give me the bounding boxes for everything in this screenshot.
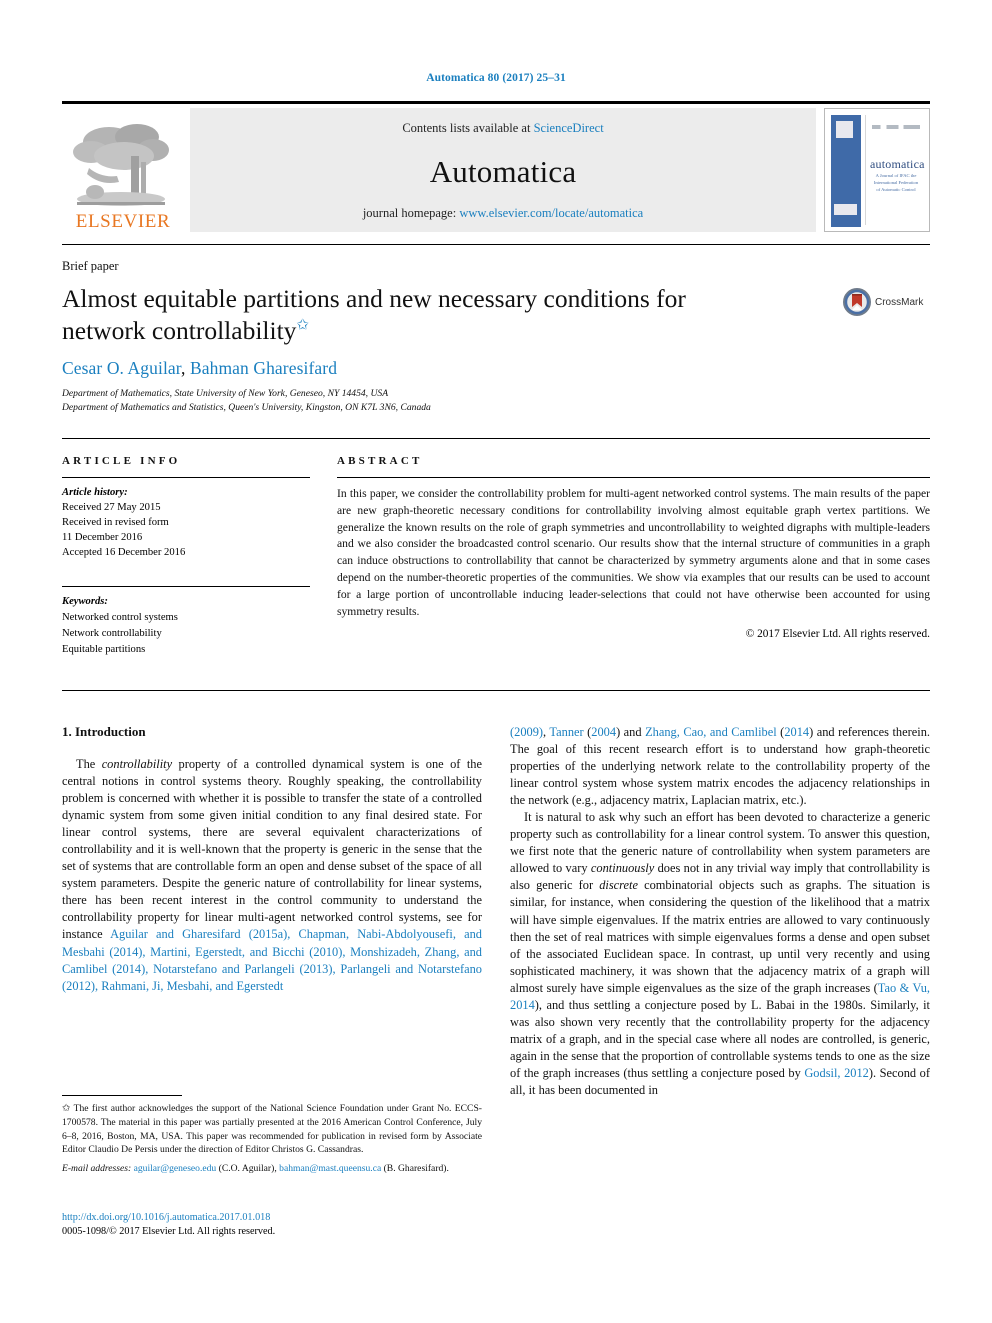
journal-masthead: ELSEVIER Contents lists available at Sci…: [62, 101, 930, 234]
cover-right-panel: automatica A Journal of IFAC the Interna…: [865, 115, 924, 225]
article-history-label: Article history:: [62, 487, 128, 498]
intro-p2-part-c: combinatorial objects such as graphs. Th…: [510, 878, 930, 995]
keywords-label: Keywords:: [62, 596, 108, 608]
journal-homepage-link[interactable]: www.elsevier.com/locate/automatica: [459, 206, 643, 220]
journal-article-page: Automatica 80 (2017) 25–31 ELSEVIER Cont…: [0, 0, 992, 1323]
paper-title-text: Almost equitable partitions and new nece…: [62, 284, 686, 345]
affiliation-1: Department of Mathematics, State Univers…: [62, 388, 389, 399]
article-history-block: Article history: Received 27 May 2015 Re…: [62, 485, 310, 560]
journal-cover-thumbnail[interactable]: automatica A Journal of IFAC the Interna…: [824, 108, 930, 232]
body-column-left: 1. Introduction The controllability prop…: [62, 724, 482, 995]
email-link-author-2[interactable]: bahman@mast.queensu.ca: [279, 1163, 381, 1174]
doi-link[interactable]: http://dx.doi.org/10.1016/j.automatica.2…: [62, 1211, 482, 1225]
title-footnote-star: ✩: [296, 317, 309, 334]
intro-p2-emphasis-discrete: discrete: [599, 878, 638, 893]
cover-journal-subtitle: A Journal of IFAC the International Fede…: [873, 173, 919, 192]
section-heading-introduction: 1. Introduction: [62, 724, 146, 739]
title-divider: [62, 244, 930, 245]
footnote-text-body: The first author acknowledges the suppor…: [62, 1103, 482, 1156]
page-title: Almost equitable partitions and new nece…: [62, 283, 742, 346]
email-link-author-1[interactable]: aguilar@geneseo.edu: [134, 1163, 217, 1174]
abstract-rule: [337, 477, 930, 478]
history-line: Accepted 16 December 2016: [62, 547, 186, 559]
contents-line: Contents lists available at ScienceDirec…: [402, 121, 603, 136]
keywords-rule: [62, 586, 310, 588]
history-line: Received in revised form: [62, 517, 169, 529]
abstract-text: In this paper, we consider the controlla…: [337, 487, 930, 618]
crossmark-label: CrossMark: [875, 296, 924, 308]
affiliation-list: Department of Mathematics, State Univers…: [62, 387, 431, 414]
affiliation-2: Department of Mathematics and Statistics…: [62, 401, 431, 413]
intro-citation-group[interactable]: Aguilar and Gharesifard (2015a), Chapman…: [62, 927, 482, 992]
intro-p1-emphasis: controllability: [101, 757, 173, 771]
citation-zhang-cao-camlibel[interactable]: Zhang, Cao, and Camlibel: [645, 725, 777, 739]
contents-prefix: Contents lists available at: [402, 121, 534, 135]
homepage-prefix: journal homepage:: [362, 206, 460, 220]
cover-ifac-mark-icon: [836, 121, 853, 138]
crossmark-icon: [843, 288, 871, 316]
footer-doi-block: http://dx.doi.org/10.1016/j.automatica.2…: [62, 1211, 482, 1239]
right-text-3: ) and: [616, 725, 646, 739]
journal-homepage-line: journal homepage: www.elsevier.com/locat…: [363, 206, 643, 221]
footnote-block: ✩ The first author acknowledges the supp…: [62, 1095, 482, 1176]
intro-p1-part-a: The: [76, 757, 102, 771]
elsevier-logo: ELSEVIER: [62, 108, 184, 232]
history-line: Received 27 May 2015: [62, 502, 161, 514]
intro-p1-part-b: property of a controlled dynamical syste…: [62, 757, 482, 942]
keyword-item: Equitable partitions: [62, 644, 146, 656]
abstract-column: ABSTRACT In this paper, we consider the …: [337, 455, 930, 640]
intro-p2-emphasis-continuously: continuously: [590, 861, 655, 876]
keywords-block: Keywords: Networked control systems Netw…: [62, 594, 310, 658]
footnote-star-icon: ✩: [62, 1103, 71, 1114]
cover-journal-title: automatica: [870, 157, 925, 171]
keyword-item: Networked control systems: [62, 612, 178, 624]
intro-paragraph-1: The controllability property of a contro…: [62, 756, 482, 995]
article-type-label: Brief paper: [62, 259, 119, 273]
running-head: Automatica 80 (2017) 25–31: [426, 72, 566, 84]
email-addresses-label: E-mail addresses:: [62, 1162, 132, 1174]
citation-year-2004[interactable]: 2004: [591, 725, 616, 739]
citation-godsil[interactable]: Godsil, 2012: [804, 1066, 869, 1080]
article-info-heading: ARTICLE INFO: [62, 455, 181, 467]
masthead-banner: Contents lists available at ScienceDirec…: [190, 108, 816, 232]
email-owner-2: (B. Gharesifard).: [381, 1162, 449, 1174]
journal-title: Automatica: [429, 153, 577, 189]
info-divider-bottom: [62, 690, 930, 691]
cover-left-band: [831, 115, 861, 227]
issn-copyright: 0005-1098/© 2017 Elsevier Ltd. All right…: [62, 1226, 276, 1238]
abstract-copyright: © 2017 Elsevier Ltd. All rights reserved…: [745, 628, 930, 641]
cover-publisher-mark-icon: [834, 204, 857, 215]
author-1[interactable]: Cesar O. Aguilar: [62, 358, 181, 378]
citation-year-2014[interactable]: 2014: [784, 725, 809, 739]
footnote-divider: [62, 1095, 182, 1096]
email-owner-1: (C.O. Aguilar),: [216, 1162, 277, 1174]
email-addresses-block: E-mail addresses: aguilar@geneseo.edu (C…: [62, 1162, 482, 1176]
keyword-item: Network controllability: [62, 628, 162, 640]
author-2[interactable]: Bahman Gharesifard: [190, 358, 337, 378]
info-divider-top: [62, 438, 930, 439]
citation-year-2009[interactable]: (2009): [510, 725, 543, 739]
footnote-acknowledgement: ✩ The first author acknowledges the supp…: [62, 1102, 482, 1157]
elsevier-tree-icon: [73, 124, 169, 206]
intro-paragraph-1-continued: (2009), Tanner (2004) and Zhang, Cao, an…: [510, 724, 930, 809]
sciencedirect-link[interactable]: ScienceDirect: [534, 121, 604, 135]
citation-tanner[interactable]: Tanner: [549, 725, 583, 739]
history-line: 11 December 2016: [62, 532, 143, 544]
crossmark-badge[interactable]: CrossMark: [843, 288, 923, 316]
author-list: Cesar O. Aguilar, Bahman Gharesifard: [62, 358, 338, 378]
abstract-heading: ABSTRACT: [337, 455, 423, 467]
elsevier-wordmark: ELSEVIER: [75, 211, 171, 232]
cover-top-rule: [872, 125, 920, 129]
body-column-right: (2009), Tanner (2004) and Zhang, Cao, an…: [510, 724, 930, 1099]
intro-paragraph-2: It is natural to ask why such an effort …: [510, 809, 930, 1099]
article-info-rule: [62, 477, 310, 478]
article-info-column: ARTICLE INFO Article history: Received 2…: [62, 455, 310, 659]
